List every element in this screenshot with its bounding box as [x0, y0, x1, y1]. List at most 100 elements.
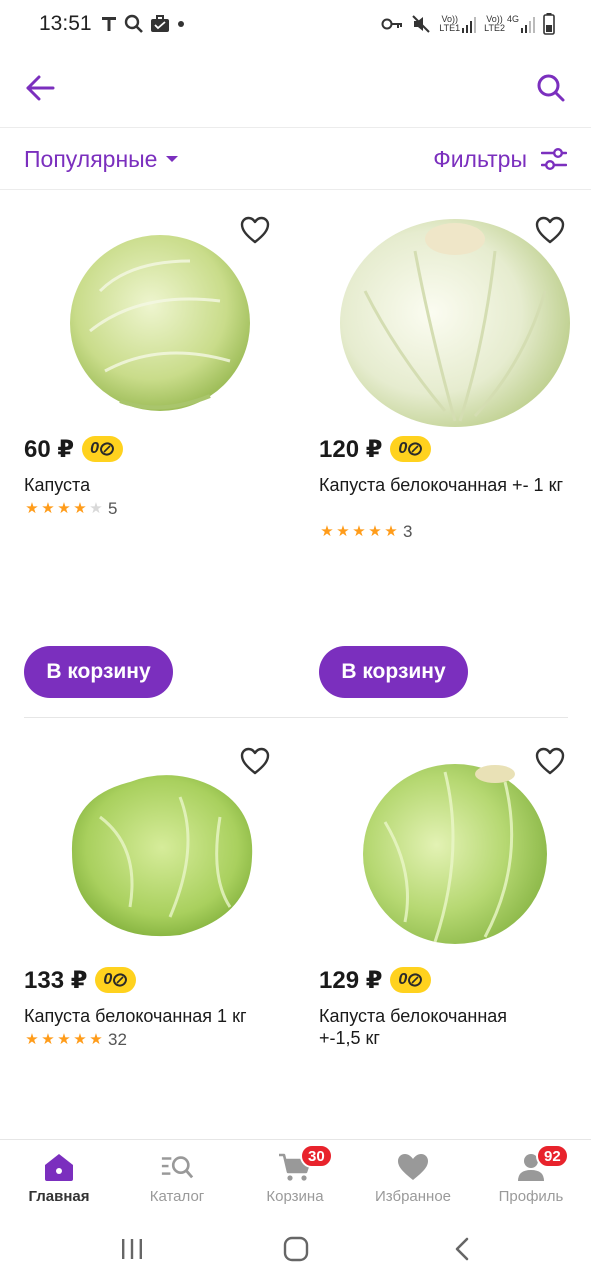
home-system-button[interactable] — [274, 1231, 318, 1267]
nav-catalog[interactable]: Каталог — [118, 1140, 236, 1220]
sort-dropdown[interactable]: Популярные — [24, 142, 179, 176]
heart-outline-icon — [240, 747, 270, 775]
network-type-label: 4G — [506, 14, 519, 24]
home-icon — [42, 1150, 76, 1184]
system-navigation-bar — [0, 1219, 591, 1280]
price-row: 129 ₽ 0 — [319, 965, 432, 995]
star-icon: ★ — [89, 1031, 103, 1048]
nav-label: Главная — [28, 1188, 90, 1205]
price-row: 133 ₽ 0 — [24, 965, 137, 995]
briefcase-icon — [151, 15, 169, 32]
search-icon — [537, 74, 565, 102]
lte2-signal-icon: Vo)) LTE2 4G — [484, 15, 535, 33]
bonus-badge: 0 — [390, 436, 432, 462]
star-empty-icon: ★ — [89, 500, 103, 517]
product-card[interactable]: 129 ₽ 0 Капуста белокочанная +-1,5 кг — [319, 737, 591, 1127]
heart-outline-icon — [535, 216, 565, 244]
bonus-value: 0 — [398, 971, 408, 988]
caret-down-icon — [166, 156, 179, 162]
bonus-value: 0 — [103, 971, 113, 988]
favorite-button[interactable] — [238, 745, 272, 777]
status-system-icons: Vo)) LTE1 Vo)) LTE2 4G — [381, 10, 555, 38]
nav-label: Корзина — [266, 1188, 324, 1205]
product-price: 60 ₽ — [24, 435, 75, 463]
bonus-badge: 0 — [95, 967, 137, 993]
price-row: 120 ₽ 0 — [319, 434, 432, 464]
star-icon: ★ — [73, 500, 87, 517]
status-notification-icons — [100, 12, 186, 36]
review-count: 5 — [108, 499, 118, 518]
recent-apps-button[interactable] — [110, 1231, 154, 1267]
top-app-bar — [0, 48, 591, 128]
status-time: 13:51 — [39, 12, 92, 35]
dot-icon — [178, 21, 184, 27]
mute-icon — [412, 15, 431, 33]
status-bar: 13:51 Vo)) LTE1 Vo)) LTE2 4G — [0, 0, 591, 48]
cart-icon: 30 — [278, 1144, 333, 1184]
bonus-value: 0 — [398, 440, 408, 457]
star-icon: ★ — [57, 1031, 71, 1048]
product-name[interactable]: Капуста белокочанная +-1,5 кг — [319, 1005, 539, 1049]
bottom-navigation: Главная Каталог 30 Корзина Избранное 92 … — [0, 1139, 591, 1219]
star-icon: ★ — [336, 523, 350, 540]
heart-outline-icon — [535, 747, 565, 775]
profile-notification-badge: 92 — [536, 1144, 569, 1168]
star-icon: ★ — [368, 523, 382, 540]
add-to-cart-button[interactable]: В корзину — [319, 646, 468, 698]
favorite-button[interactable] — [533, 214, 567, 246]
search-icon — [124, 14, 143, 33]
star-icon: ★ — [320, 523, 334, 540]
bonus-badge: 0 — [390, 967, 432, 993]
nav-home[interactable]: Главная — [0, 1140, 118, 1220]
key-icon — [381, 18, 403, 30]
bonus-coin-icon — [408, 973, 423, 987]
arrow-left-icon — [26, 75, 55, 101]
favorite-button[interactable] — [533, 745, 567, 777]
star-icon: ★ — [41, 1031, 55, 1048]
product-name[interactable]: Капуста — [24, 474, 274, 496]
nav-favorites[interactable]: Избранное — [354, 1140, 472, 1220]
product-name[interactable]: Капуста белокочанная 1 кг — [24, 1005, 274, 1027]
lte1-signal-icon: Vo)) LTE1 — [439, 15, 477, 33]
rating-row: ★ ★ ★ ★ ★ 5 — [24, 499, 117, 519]
heart-icon — [396, 1150, 430, 1184]
star-icon: ★ — [73, 1031, 87, 1048]
bonus-coin-icon — [408, 442, 423, 456]
product-price: 133 ₽ — [24, 966, 88, 994]
star-icon: ★ — [25, 1031, 39, 1048]
favorite-button[interactable] — [238, 214, 272, 246]
search-button[interactable] — [531, 68, 571, 108]
nav-profile[interactable]: 92 Профиль — [472, 1140, 590, 1220]
bonus-coin-icon — [113, 973, 128, 987]
bonus-badge: 0 — [82, 436, 123, 462]
battery-icon — [543, 13, 555, 35]
back-system-button[interactable] — [440, 1231, 484, 1267]
back-button[interactable] — [20, 68, 60, 108]
nav-label: Избранное — [374, 1188, 452, 1205]
heart-outline-icon — [240, 216, 270, 244]
star-icon: ★ — [352, 523, 366, 540]
nav-cart[interactable]: 30 Корзина — [236, 1140, 354, 1220]
product-name[interactable]: Капуста белокочанная +- 1 кг — [319, 474, 569, 496]
sliders-icon — [541, 148, 567, 170]
rating-row: ★ ★ ★ ★ ★ 3 — [319, 522, 412, 542]
product-price: 129 ₽ — [319, 966, 383, 994]
star-icon: ★ — [41, 500, 55, 517]
sim2-lte-label: LTE2 — [484, 23, 505, 33]
product-price: 120 ₽ — [319, 435, 383, 463]
star-icon: ★ — [25, 500, 39, 517]
home-circle-icon — [283, 1236, 309, 1262]
add-to-cart-button[interactable]: В корзину — [24, 646, 173, 698]
product-card[interactable]: 133 ₽ 0 Капуста белокочанная 1 кг ★ ★ ★ … — [24, 737, 296, 1127]
sort-filter-bar: Популярные Фильтры — [0, 128, 591, 190]
product-card[interactable]: 60 ₽ 0 Капуста ★ ★ ★ ★ ★ 5 В корзину — [24, 206, 296, 706]
bonus-coin-icon — [100, 442, 114, 456]
star-icon: ★ — [57, 500, 71, 517]
bonus-value: 0 — [90, 440, 99, 457]
product-card[interactable]: 120 ₽ 0 Капуста белокочанная +- 1 кг ★ ★… — [319, 206, 591, 706]
sort-label: Популярные — [24, 145, 158, 172]
star-icon: ★ — [384, 523, 398, 540]
t-app-icon — [102, 17, 116, 31]
filter-button[interactable]: Фильтры — [433, 142, 567, 176]
chevron-left-icon — [455, 1237, 469, 1261]
